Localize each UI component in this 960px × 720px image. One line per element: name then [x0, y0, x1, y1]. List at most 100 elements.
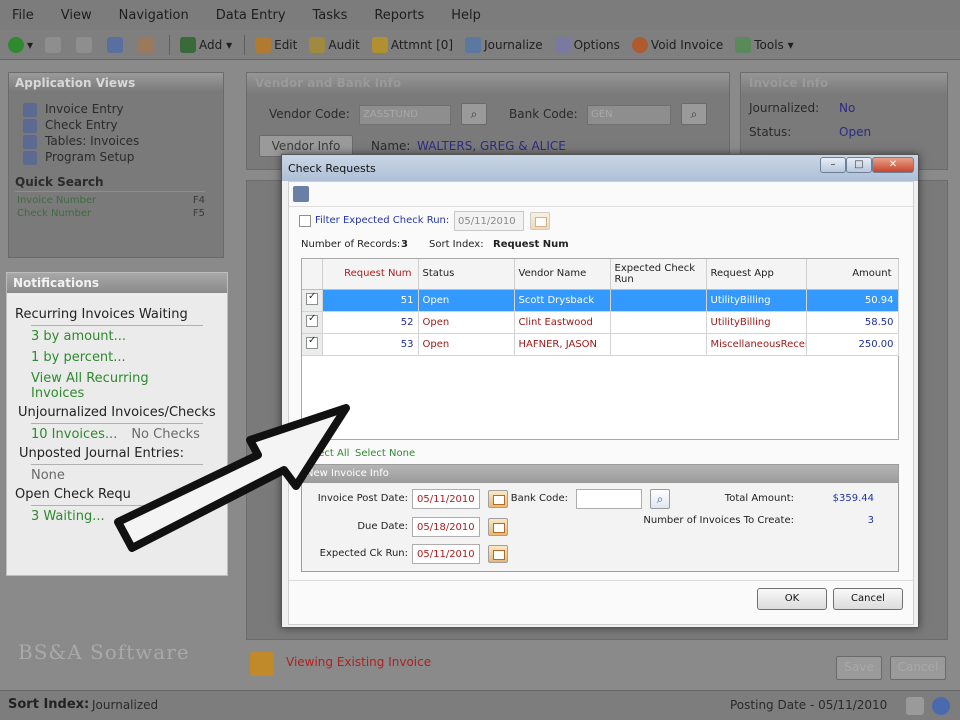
expected-ck-run-input[interactable]: 05/11/2010	[412, 544, 480, 564]
total-amount-value: $359.44	[832, 493, 874, 504]
save-button[interactable]: Save	[836, 656, 882, 680]
edit-button[interactable]: Edit	[255, 36, 297, 53]
table-row[interactable]: 53 Open HAFNER, JASON MiscellaneousRecei…	[302, 333, 899, 356]
menu-file[interactable]: File	[12, 8, 34, 23]
menu-tasks[interactable]: Tasks	[313, 8, 348, 23]
recurring-invoices-title: Recurring Invoices Waiting	[15, 307, 188, 322]
maximize-button[interactable]: □	[846, 157, 872, 173]
header-expected-check-run[interactable]: Expected Check Run	[610, 259, 707, 290]
header-select	[302, 259, 323, 290]
filter-date-input[interactable]: 05/11/2010	[454, 211, 524, 231]
void-invoice-button[interactable]: Void Invoice	[631, 36, 723, 53]
bank-code-input[interactable]: GEN	[587, 105, 671, 125]
print-icon[interactable]	[293, 186, 309, 202]
app-view-program-setup[interactable]: Program Setup	[9, 149, 223, 165]
menu-navigation[interactable]: Navigation	[119, 8, 189, 23]
recurring-by-percent-link[interactable]: 1 by percent...	[7, 350, 227, 365]
menu-data-entry[interactable]: Data Entry	[216, 8, 286, 23]
quick-search-invoice-number[interactable]: Invoice Number F4	[9, 194, 223, 207]
options-button[interactable]: Options	[554, 36, 620, 53]
nav-home-button[interactable]	[76, 36, 95, 53]
ok-button[interactable]: OK	[757, 588, 827, 610]
app-view-invoice-entry[interactable]: Invoice Entry	[9, 101, 223, 117]
bank-code-input[interactable]	[576, 489, 642, 509]
row-checkbox-cell[interactable]	[302, 333, 323, 356]
unposted-journal-title: Unposted Journal Entries:	[19, 446, 184, 461]
filter-checkbox[interactable]	[299, 215, 311, 230]
filter-calendar-button[interactable]	[530, 212, 550, 230]
header-status[interactable]: Status	[418, 259, 515, 290]
minimize-button[interactable]: –	[820, 157, 846, 173]
options-icon	[554, 36, 571, 53]
table-row[interactable]: 51 Open Scott Drysback UtilityBilling 50…	[302, 289, 899, 312]
divider	[289, 206, 913, 207]
search-icon	[107, 36, 124, 53]
row-checkbox-cell[interactable]	[302, 311, 323, 334]
cancel-dialog-button[interactable]: Cancel	[833, 588, 903, 610]
checkbox[interactable]	[306, 291, 318, 305]
globe-icon[interactable]	[932, 697, 950, 715]
new-record-button[interactable]: ▾	[8, 36, 33, 53]
vendor-lookup-button[interactable]: ⌕	[461, 103, 487, 125]
options-label: Options	[573, 37, 620, 52]
select-none-link[interactable]: Select None	[355, 448, 415, 459]
name-label: Name:	[371, 139, 411, 153]
calendar-button[interactable]	[138, 36, 157, 53]
vendor-name-value: WALTERS, GREG & ALICE	[417, 139, 566, 153]
filter-label: Filter Expected Check Run:	[315, 215, 450, 226]
request-num-cell: 53	[322, 333, 419, 356]
expected-ck-run-calendar-button[interactable]	[488, 545, 508, 563]
menu-view[interactable]: View	[61, 8, 92, 23]
app-view-check-entry[interactable]: Check Entry	[9, 117, 223, 133]
header-amount[interactable]: Amount	[806, 259, 899, 290]
attachment-icon	[371, 36, 388, 53]
menu-reports[interactable]: Reports	[374, 8, 424, 23]
header-request-app[interactable]: Request App	[706, 259, 807, 290]
amount-cell: 50.94	[806, 289, 899, 312]
unposted-none-text: None	[31, 468, 65, 483]
table-row[interactable]: 52 Open Clint Eastwood UtilityBilling 58…	[302, 311, 899, 334]
cancel-button[interactable]: Cancel	[890, 656, 946, 680]
checkbox[interactable]	[306, 335, 318, 349]
select-all-link[interactable]: Select All	[303, 448, 349, 459]
app-cell: UtilityBilling	[706, 311, 807, 334]
vendor-cell: HAFNER, JASON	[514, 333, 611, 356]
num-invoices-label: Number of Invoices To Create:	[643, 515, 794, 526]
edit-icon	[255, 36, 272, 53]
menu-help[interactable]: Help	[451, 8, 481, 23]
search-button[interactable]	[107, 36, 126, 53]
journalize-button[interactable]: Journalize	[465, 36, 543, 53]
tools-button[interactable]: Tools ▾	[735, 36, 794, 53]
status-cell: Open	[418, 289, 515, 312]
open-check-requests-title: Open Check Requ	[15, 487, 131, 502]
tools-icon	[735, 36, 752, 53]
due-date-input[interactable]: 05/18/2010	[412, 517, 480, 537]
attachment-button[interactable]: Attmnt [0]	[371, 36, 453, 53]
checkbox[interactable]	[306, 313, 318, 327]
quick-search-check-number[interactable]: Check Number F5	[9, 207, 223, 220]
amount-cell: 250.00	[806, 333, 899, 356]
header-vendor-name[interactable]: Vendor Name	[514, 259, 611, 290]
new-invoice-info-group: New Invoice Info Invoice Post Date: 05/1…	[301, 464, 899, 572]
alert-icon[interactable]	[906, 697, 924, 715]
unjournalized-invoices-link[interactable]: 10 Invoices...	[31, 427, 117, 442]
recurring-by-amount-link[interactable]: 3 by amount...	[7, 329, 227, 344]
header-request-num[interactable]: Request Num	[322, 259, 419, 290]
view-all-recurring-link[interactable]: View All Recurring Invoices	[7, 371, 227, 401]
close-button[interactable]: ✕	[872, 157, 914, 173]
invoice-post-date-input[interactable]: 05/11/2010	[412, 489, 480, 509]
row-checkbox-cell[interactable]	[302, 289, 323, 312]
checkbox[interactable]	[299, 215, 311, 227]
invoice-post-date-calendar-button[interactable]	[488, 490, 508, 508]
records-value: 3	[401, 239, 408, 250]
divider	[31, 325, 203, 326]
bank-lookup-button[interactable]: ⌕	[681, 103, 707, 125]
nav-up-button[interactable]	[45, 36, 64, 53]
due-date-calendar-button[interactable]	[488, 518, 508, 536]
open-check-waiting-link[interactable]: 3 Waiting...	[7, 509, 227, 524]
audit-button[interactable]: Audit	[309, 36, 360, 53]
vendor-code-input[interactable]: ZASSTUND	[359, 105, 451, 125]
add-button[interactable]: Add ▾	[180, 36, 232, 53]
quick-search-label: Check Number	[17, 208, 92, 219]
app-view-tables-invoices[interactable]: Tables: Invoices	[9, 133, 223, 149]
